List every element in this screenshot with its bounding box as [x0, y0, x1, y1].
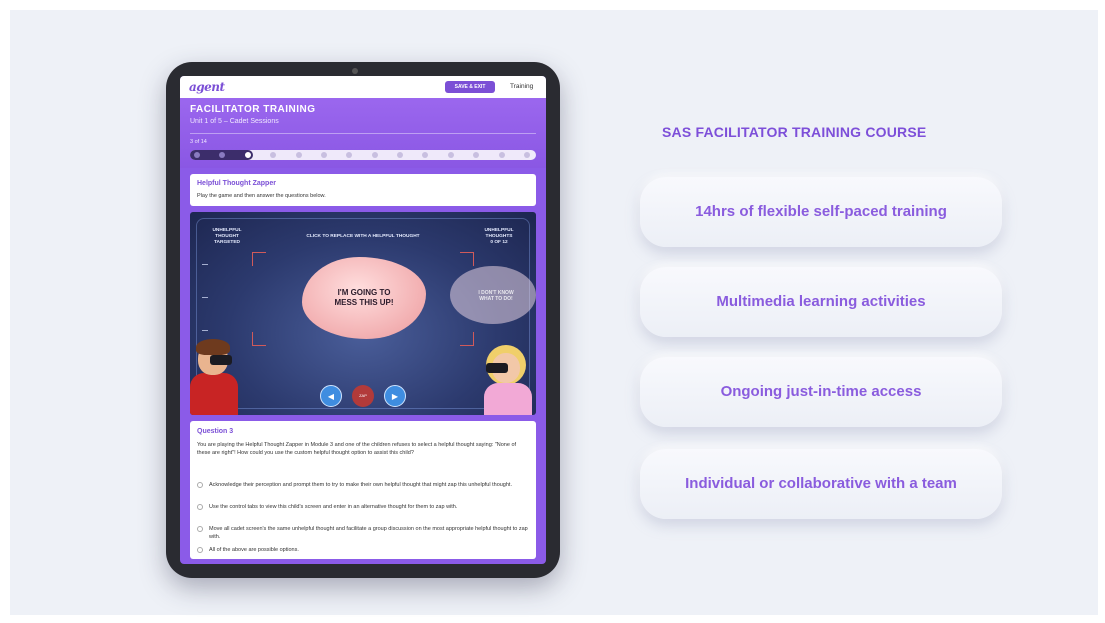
progress-step-dot	[473, 152, 480, 158]
radio-button[interactable]	[197, 482, 203, 488]
boy-character	[190, 339, 238, 415]
unit-subtitle: Unit 1 of 5 – Cadet Sessions	[190, 118, 279, 125]
page-title: FACILITATOR TRAINING	[190, 104, 316, 115]
zap-button[interactable]: ZAP	[352, 385, 374, 407]
option-label: Acknowledge their perception and prompt …	[209, 482, 512, 488]
feature-pill: 14hrs of flexible self-paced training	[640, 177, 1002, 247]
progress-bar	[190, 150, 536, 160]
target-bracket-tr	[460, 252, 474, 266]
progress-step-dot	[295, 152, 302, 158]
progress-step-dot	[371, 152, 378, 158]
target-bracket-bl	[252, 332, 266, 346]
save-exit-button[interactable]: SAVE & EXIT	[445, 81, 495, 93]
progress-step-dot	[346, 152, 353, 158]
game-controls: ◀ ZAP ▶	[320, 385, 406, 407]
radio-button[interactable]	[197, 547, 203, 553]
girl-body	[484, 383, 532, 415]
progress-step-dot	[498, 152, 505, 158]
hud-unhelpful-targeted: UNHELPFUL THOUGHT TARGETED	[212, 228, 242, 245]
option-label: All of the above are possible options.	[209, 547, 299, 553]
feature-pill: Multimedia learning activities	[640, 267, 1002, 337]
hud-tick	[202, 264, 208, 265]
hud-tick	[202, 297, 208, 298]
vr-headset-icon	[486, 363, 508, 373]
question-text: You are playing the Helpful Thought Zapp…	[197, 442, 517, 456]
thought-zapper-game[interactable]: UNHELPFUL THOUGHT TARGETED CLICK TO REPL…	[190, 212, 536, 415]
progress-step-dot	[194, 152, 200, 158]
progress-step-dot	[270, 152, 277, 158]
target-bracket-tl	[252, 252, 266, 266]
hud-instruction: CLICK TO REPLACE WITH A HELPFUL THOUGHT	[306, 234, 420, 239]
tablet-device: agent SAVE & EXIT Training FACILITATOR T…	[166, 62, 560, 578]
next-thought-button[interactable]: ▶	[384, 385, 406, 407]
training-header: FACILITATOR TRAINING Unit 1 of 5 – Cadet…	[180, 98, 546, 168]
page-counter: 3 of 14	[190, 139, 207, 145]
option-label: Move all cadet screen's the same unhelpf…	[209, 526, 528, 540]
tablet-screen: agent SAVE & EXIT Training FACILITATOR T…	[180, 76, 546, 564]
feature-pill: Individual or collaborative with a team	[640, 449, 1002, 519]
vr-headset-icon	[210, 355, 232, 365]
girl-character	[482, 345, 536, 415]
question-card: Question 3 You are playing the Helpful T…	[190, 421, 536, 559]
hud-tick	[202, 330, 208, 331]
progress-step-dot	[397, 152, 404, 158]
activity-card: Helpful Thought Zapper Play the game and…	[190, 174, 536, 206]
option-label: Use the control tabs to view this child'…	[209, 504, 458, 510]
progress-step-dot	[447, 152, 454, 158]
main-thought-text: I'M GOING TO MESS THIS UP!	[334, 288, 394, 307]
agent-logo: agent	[189, 80, 225, 94]
radio-button[interactable]	[197, 526, 203, 532]
boy-hair	[196, 339, 230, 355]
boy-body	[190, 373, 238, 415]
course-title: SAS FACILITATOR TRAINING COURSE	[662, 124, 927, 140]
hud-thought-counter: UNHELPFUL THOUGHTS 0 OF 12	[484, 228, 514, 245]
divider	[190, 133, 536, 134]
activity-title: Helpful Thought Zapper	[197, 180, 276, 187]
feature-pill: Ongoing just-in-time access	[640, 357, 1002, 427]
radio-button[interactable]	[197, 504, 203, 510]
progress-step-dot	[320, 152, 327, 158]
tablet-camera	[352, 68, 358, 74]
progress-step-dot	[422, 152, 429, 158]
target-bracket-br	[460, 332, 474, 346]
tab-training[interactable]: Training	[510, 81, 533, 93]
top-bar: agent SAVE & EXIT Training	[180, 76, 546, 98]
progress-step-dot	[243, 151, 252, 159]
progress-step-dot	[524, 152, 530, 158]
next-thought-text: I DON'T KNOW WHAT TO DO!	[478, 290, 514, 302]
activity-instruction: Play the game and then answer the questi…	[197, 193, 326, 199]
prev-thought-button[interactable]: ◀	[320, 385, 342, 407]
question-title: Question 3	[197, 428, 234, 435]
